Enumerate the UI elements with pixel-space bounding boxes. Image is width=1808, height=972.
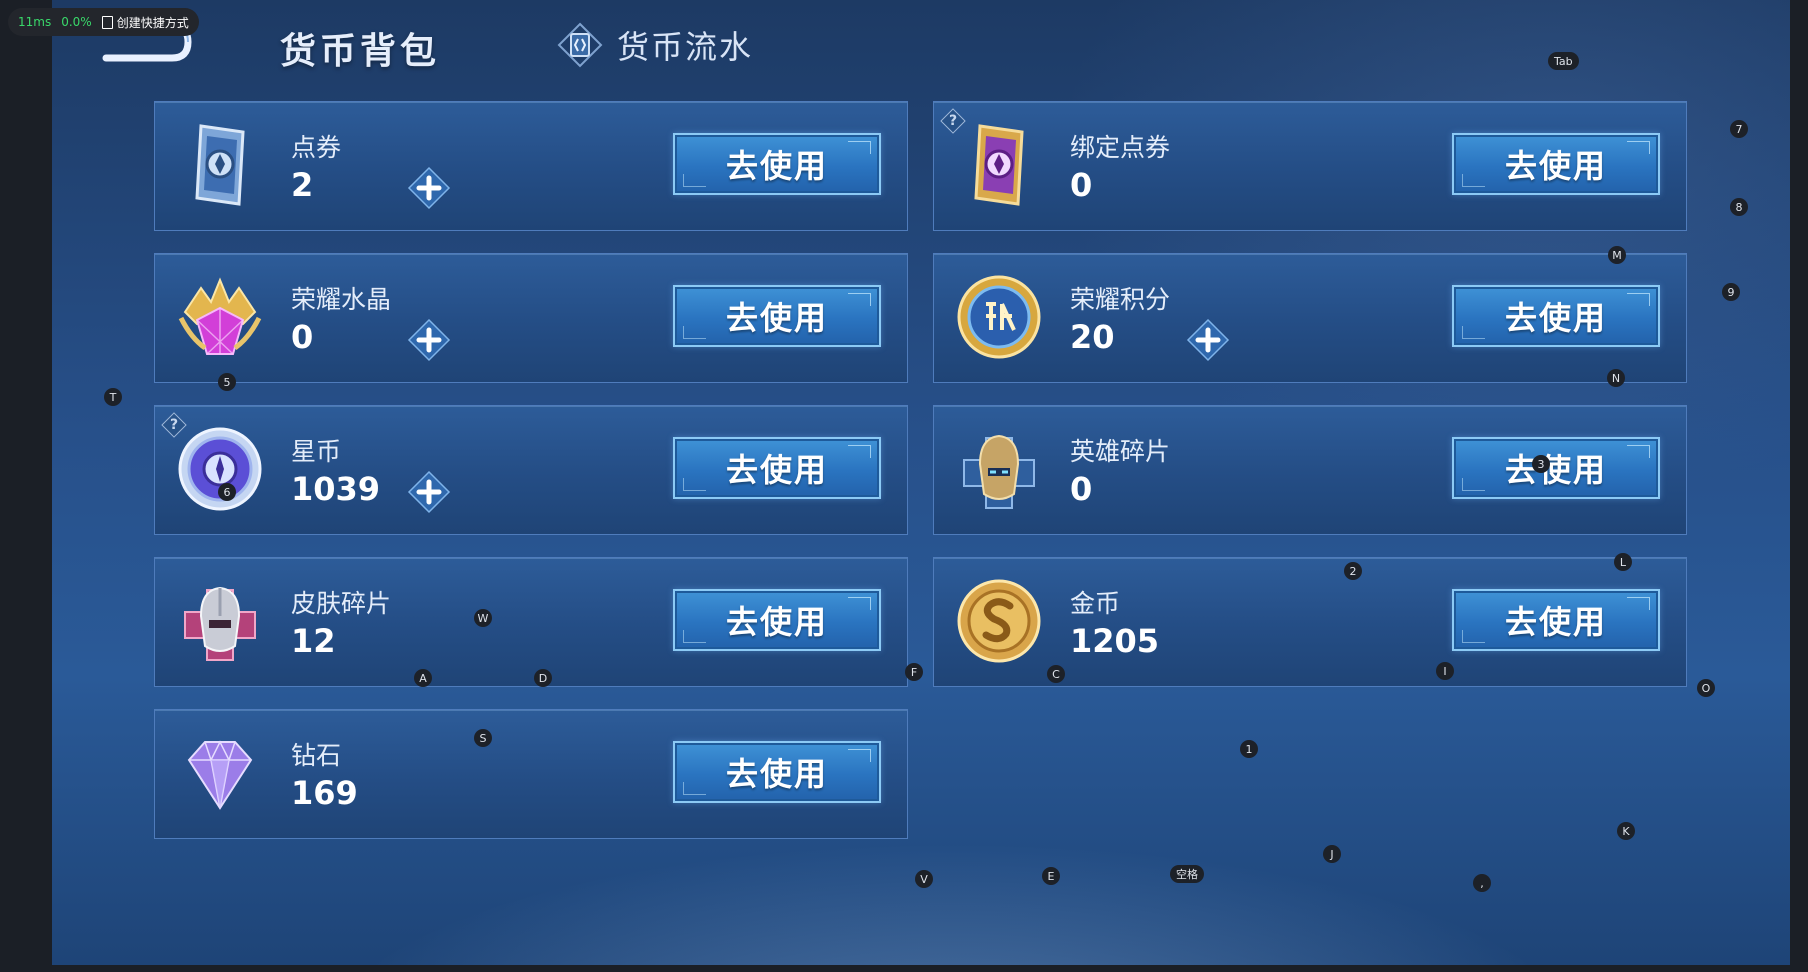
- currency-card-hero-fragment: 英雄碎片 0 去使用: [933, 405, 1687, 535]
- bound-coupon-icon: [974, 124, 1024, 206]
- use-glory-crystal-button[interactable]: 去使用: [673, 285, 881, 347]
- gold-coin-icon: [957, 579, 1041, 663]
- currency-name: 英雄碎片: [1070, 437, 1171, 466]
- currency-amount: 12: [291, 622, 336, 660]
- key-hint: E: [1042, 867, 1060, 885]
- use-bound-coupon-button[interactable]: 去使用: [1452, 133, 1660, 195]
- overlay-toolbar: 11ms 0.0% 创建快捷方式: [8, 8, 199, 36]
- currency-bag-tab[interactable]: 货币背包: [280, 22, 440, 74]
- key-hint: Tab: [1548, 52, 1579, 70]
- currency-amount: 20: [1070, 318, 1115, 356]
- diamond-icon: [187, 740, 253, 810]
- key-hint: O: [1697, 679, 1715, 697]
- key-hint: N: [1607, 369, 1625, 387]
- coupon-icon: [195, 124, 245, 206]
- flow-tab-label: 货币流水: [617, 28, 754, 66]
- plus-icon: [407, 166, 451, 210]
- add-glory-points-button[interactable]: [1186, 318, 1230, 362]
- currency-name: 点券: [291, 133, 342, 162]
- create-shortcut-link[interactable]: 创建快捷方式: [101, 14, 189, 31]
- currency-card-skin-fragment: 皮肤碎片 12 去使用: [154, 557, 908, 687]
- currency-amount: 1039: [291, 470, 381, 508]
- currency-amount: 169: [291, 774, 358, 812]
- currency-name: 绑定点券: [1070, 133, 1171, 162]
- use-diamond-button[interactable]: 去使用: [673, 741, 881, 803]
- currency-card-coupon: 点券 2 去使用: [154, 101, 908, 231]
- glory-crystal-icon: [178, 277, 262, 355]
- currency-name: 皮肤碎片: [291, 589, 392, 618]
- add-coupon-button[interactable]: [407, 166, 451, 210]
- key-hint: 2: [1344, 562, 1362, 580]
- key-hint: 空格: [1170, 865, 1204, 883]
- key-hint: 9: [1722, 283, 1740, 301]
- plus-icon: [407, 470, 451, 514]
- hero-fragment-icon: [963, 434, 1035, 509]
- use-skin-fragment-button[interactable]: 去使用: [673, 589, 881, 651]
- star-coin-icon: [178, 427, 262, 511]
- currency-amount: 0: [1070, 166, 1093, 204]
- flow-tab-icon: [557, 22, 603, 68]
- shortcut-icon: [101, 15, 113, 29]
- use-glory-points-button[interactable]: 去使用: [1452, 285, 1660, 347]
- currency-name: 星币: [291, 437, 342, 466]
- key-hint: F: [905, 663, 923, 681]
- percent-readout: 0.0%: [61, 15, 92, 29]
- currency-card-glory-crystal: 荣耀水晶 0 去使用: [154, 253, 908, 383]
- currency-amount: 0: [1070, 470, 1093, 508]
- key-hint: 3: [1532, 455, 1550, 473]
- key-hint: V: [915, 870, 933, 888]
- plus-icon: [1186, 318, 1230, 362]
- skin-fragment-icon: [184, 586, 256, 661]
- key-hint: S: [474, 729, 492, 747]
- currency-amount: 1205: [1070, 622, 1160, 660]
- key-hint: L: [1614, 553, 1632, 571]
- game-screen: 货币背包 货币流水 点券 2 去使用 ? 绑定点券 0 去使用 荣耀水晶 0 去…: [52, 0, 1790, 965]
- currency-card-star-coin: ? 星币 1039 去使用: [154, 405, 908, 535]
- key-hint: 5: [218, 373, 236, 391]
- currency-amount: 0: [291, 318, 314, 356]
- currency-card-diamond: 钻石 169 去使用: [154, 709, 908, 839]
- key-hint: T: [104, 388, 122, 406]
- add-glory-crystal-button[interactable]: [407, 318, 451, 362]
- currency-amount: 2: [291, 166, 314, 204]
- currency-name: 荣耀水晶: [291, 285, 392, 314]
- use-gold-coin-button[interactable]: 去使用: [1452, 589, 1660, 651]
- key-hint: 1: [1240, 740, 1258, 758]
- plus-icon: [407, 318, 451, 362]
- key-hint: I: [1436, 662, 1454, 680]
- key-hint: 7: [1730, 120, 1748, 138]
- currency-flow-tab[interactable]: 货币流水: [557, 22, 753, 68]
- key-hint: C: [1047, 665, 1065, 683]
- glory-points-icon: [957, 275, 1041, 359]
- key-hint: J: [1323, 845, 1341, 863]
- key-hint: 8: [1730, 198, 1748, 216]
- shortcut-label: 创建快捷方式: [116, 15, 189, 30]
- currency-name: 荣耀积分: [1070, 285, 1171, 314]
- key-hint: A: [414, 669, 432, 687]
- use-hero-fragment-button[interactable]: 去使用: [1452, 437, 1660, 499]
- key-hint: M: [1608, 246, 1626, 264]
- key-hint: 6: [218, 483, 236, 501]
- currency-card-bound-coupon: ? 绑定点券 0 去使用: [933, 101, 1687, 231]
- add-star-coin-button[interactable]: [407, 470, 451, 514]
- key-hint: D: [534, 669, 552, 687]
- currency-card-gold-coin: 金币 1205 去使用: [933, 557, 1687, 687]
- use-star-coin-button[interactable]: 去使用: [673, 437, 881, 499]
- key-hint: W: [474, 609, 492, 627]
- key-hint: K: [1617, 822, 1635, 840]
- latency-readout: 11ms: [18, 15, 52, 29]
- use-coupon-button[interactable]: 去使用: [673, 133, 881, 195]
- currency-name: 金币: [1070, 589, 1121, 618]
- currency-card-glory-points: 荣耀积分 20 去使用: [933, 253, 1687, 383]
- key-hint: ,: [1473, 874, 1491, 892]
- currency-name: 钻石: [291, 741, 342, 770]
